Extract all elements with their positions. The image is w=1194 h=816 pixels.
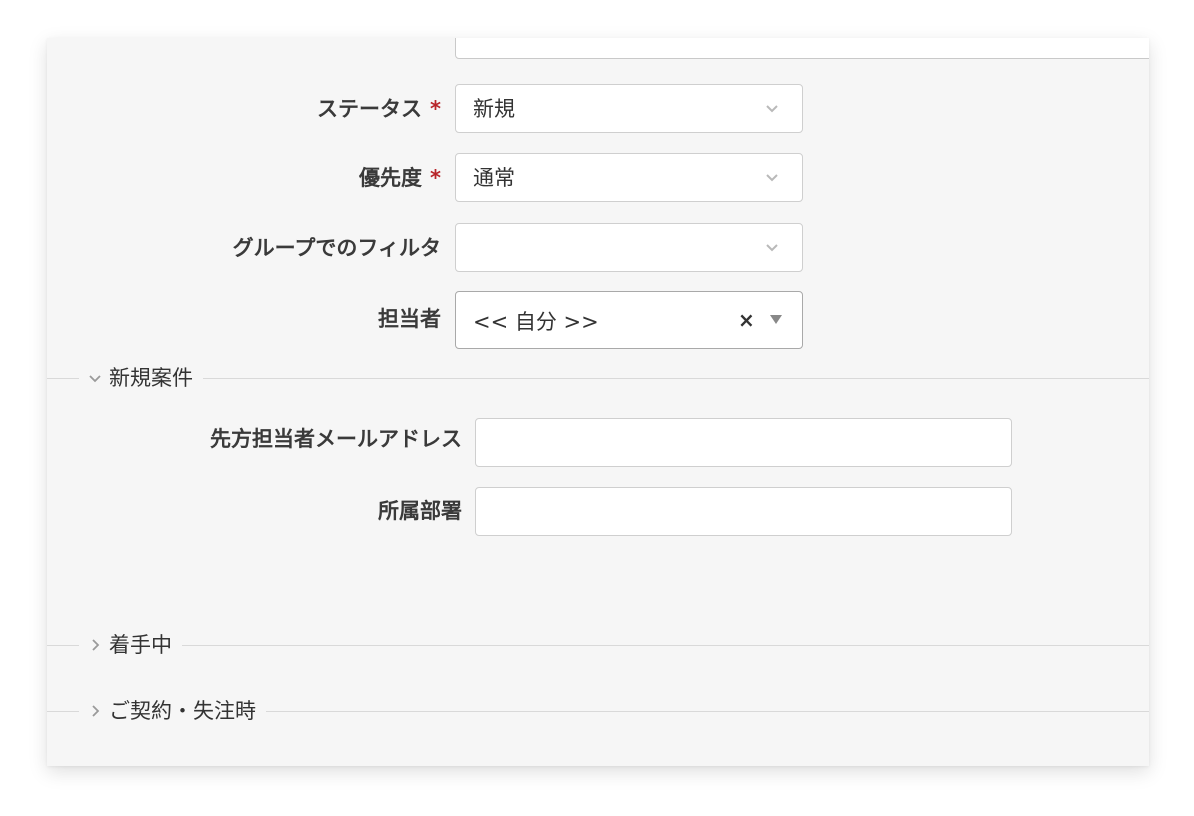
department-field[interactable]: [475, 487, 1012, 536]
chevron-down-icon: [89, 375, 101, 383]
chevron-down-icon: [766, 244, 778, 252]
clear-icon[interactable]: ×: [738, 310, 755, 330]
assignee-select[interactable]: << 自分 >> ×: [455, 291, 803, 349]
caret-down-icon[interactable]: [770, 315, 782, 324]
assignee-label: 担当者: [378, 307, 441, 331]
form-card: ステータス * 新規 優先度 * 通常 グループでのフィルタ 担当者 << 自分 >…: [47, 38, 1149, 766]
status-label-text: ステータス: [317, 97, 423, 121]
status-select[interactable]: 新規: [455, 84, 803, 133]
group-filter-select[interactable]: [455, 223, 803, 272]
section-header-new-case[interactable]: 新規案件: [59, 364, 203, 392]
email-field[interactable]: [475, 418, 1012, 467]
section-title-contract: ご契約・失注時: [109, 699, 256, 723]
assignee-select-value: << 自分 >>: [473, 310, 599, 334]
group-filter-label: グループでのフィルタ: [232, 236, 441, 260]
section-divider-dash: [59, 377, 79, 379]
status-select-value: 新規: [473, 97, 515, 121]
section-divider-dash: [59, 710, 79, 712]
priority-select-value: 通常: [473, 166, 515, 190]
department-label: 所属部署: [378, 499, 462, 523]
priority-label: 優先度 *: [359, 165, 441, 191]
priority-select[interactable]: 通常: [455, 153, 803, 202]
priority-label-text: 優先度: [359, 166, 423, 190]
section-title-in-progress: 着手中: [109, 633, 172, 657]
email-label: 先方担当者メールアドレス: [210, 427, 462, 451]
section-header-in-progress[interactable]: 着手中: [59, 631, 182, 659]
section-divider: [47, 378, 1149, 379]
chevron-down-icon: [766, 105, 778, 113]
section-header-contract[interactable]: ご契約・失注時: [59, 697, 266, 725]
status-label: ステータス *: [317, 96, 441, 122]
required-mark: *: [430, 166, 441, 190]
chevron-right-icon: [92, 639, 100, 651]
chevron-right-icon: [92, 705, 100, 717]
required-mark: *: [430, 97, 441, 121]
section-divider-dash: [59, 644, 79, 646]
section-title-new-case: 新規案件: [109, 366, 193, 390]
previous-field-input[interactable]: [455, 38, 1149, 59]
section-divider: [47, 645, 1149, 646]
chevron-down-icon: [766, 174, 778, 182]
